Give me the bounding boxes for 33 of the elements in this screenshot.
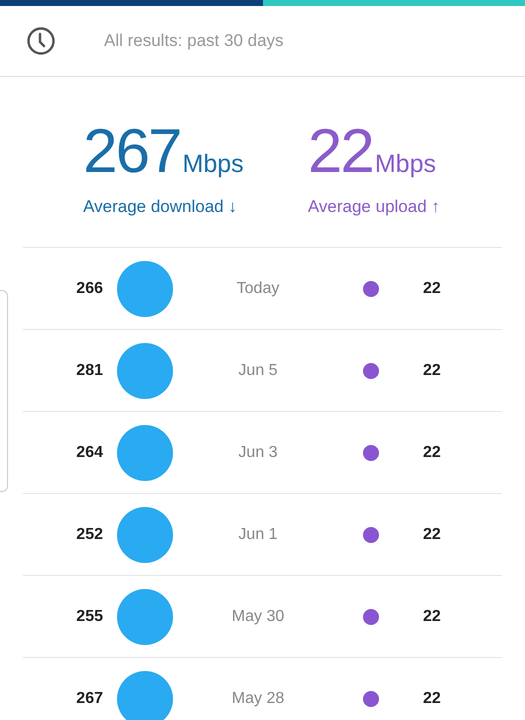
result-date[interactable]: Jun 5 [193,362,323,380]
result-date[interactable]: Jun 1 [193,526,323,544]
upload-dot [363,608,379,624]
result-date[interactable]: Jun 3 [193,444,323,462]
upload-value[interactable]: 22 [423,690,441,708]
average-value: 22 [308,119,373,185]
download-value[interactable]: 266 [23,280,103,298]
result-date[interactable]: Today [193,280,323,298]
upload-value[interactable]: 22 [423,362,441,380]
download-value[interactable]: 267 [23,690,103,708]
upload-dot [363,362,379,378]
download-bubble [117,670,173,720]
upload-dot [363,526,379,542]
average-label: Average download ↓ [83,197,237,217]
download-value[interactable]: 281 [23,362,103,380]
download-value[interactable]: 255 [23,608,103,626]
download-value[interactable]: 252 [23,526,103,544]
unit-label: Mbps [374,150,436,179]
filter-label: All results: past 30 days [104,31,284,51]
upload-value[interactable]: 22 [423,280,441,298]
average-label: Average upload ↑ [308,197,440,217]
clock-icon[interactable] [26,26,56,56]
upload-value[interactable]: 22 [423,608,441,626]
download-value[interactable]: 264 [23,444,103,462]
upload-dot [363,444,379,460]
upload-dot [363,690,379,706]
result-date[interactable]: May 28 [193,690,323,708]
average-value: 267 [83,119,181,185]
upload-value[interactable]: 22 [423,444,441,462]
result-date[interactable]: May 30 [193,608,323,626]
upload-value[interactable]: 22 [423,526,441,544]
unit-label: Mbps [182,150,244,179]
upload-dot [363,280,379,296]
